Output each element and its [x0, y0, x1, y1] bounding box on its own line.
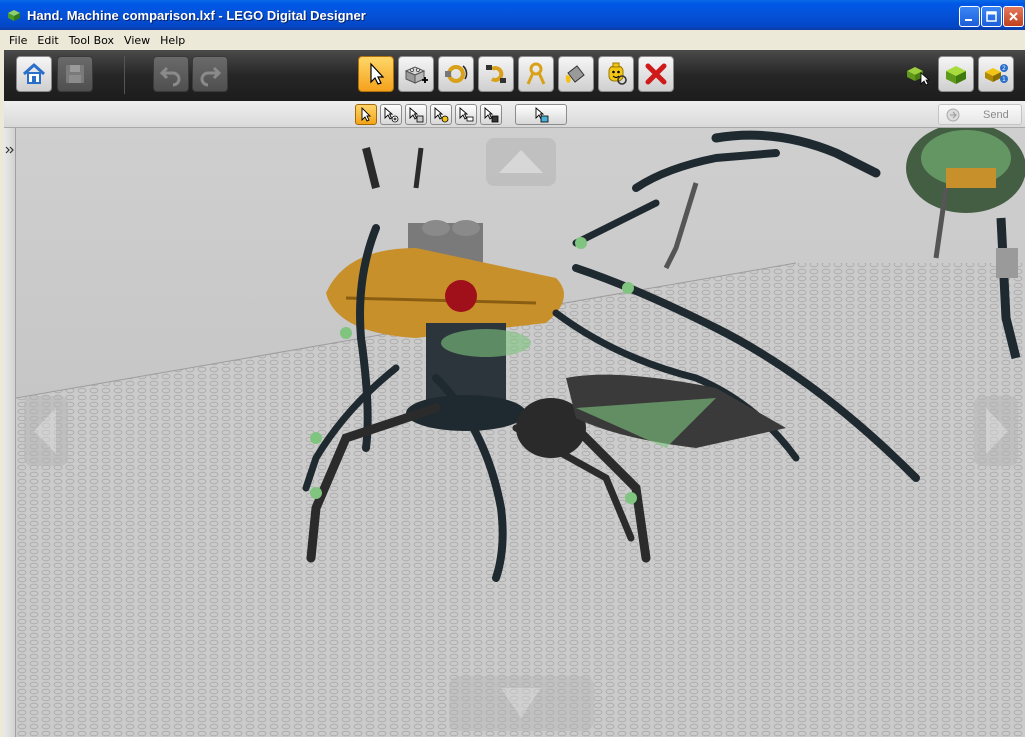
building-guide-icon: 2 1: [985, 64, 1008, 83]
rotate-down-arrow[interactable]: [449, 676, 594, 731]
menu-toolbox[interactable]: Tool Box: [64, 34, 119, 47]
undo-icon: [159, 66, 181, 87]
redo-icon: [200, 66, 222, 87]
cursor-shape-icon: [459, 106, 474, 121]
redo-button[interactable]: [192, 56, 228, 92]
delete-tool-button[interactable]: [638, 56, 674, 92]
rotate-right-arrow[interactable]: [974, 396, 1018, 466]
paint-bucket-icon: [565, 65, 585, 83]
scene-canvas[interactable]: [16, 128, 1025, 737]
group-button[interactable]: [515, 104, 567, 125]
paint-tool-button[interactable]: [558, 56, 594, 92]
save-icon: [66, 65, 84, 83]
close-window-button[interactable]: [1003, 6, 1024, 27]
sub-toolbar: Send: [4, 101, 1025, 128]
cursor-color-icon: [434, 106, 449, 122]
connected-select-button[interactable]: [405, 104, 427, 125]
cursor-invert-icon: [484, 106, 499, 122]
multi-select-button[interactable]: [380, 104, 402, 125]
add-brick-icon: [404, 66, 428, 84]
cursor-icon: [370, 62, 385, 85]
building-guide-button[interactable]: 2 1: [978, 56, 1014, 92]
rotate-up-arrow[interactable]: [486, 138, 556, 186]
invert-select-button[interactable]: [480, 104, 502, 125]
build-mode-button[interactable]: [899, 56, 935, 92]
maximize-icon: [986, 11, 997, 22]
menu-view[interactable]: View: [119, 34, 155, 47]
home-button[interactable]: [16, 56, 52, 92]
view-mode-button[interactable]: [938, 56, 974, 92]
menu-help[interactable]: Help: [155, 34, 190, 47]
close-icon: [1009, 12, 1018, 21]
home-icon: [22, 63, 46, 84]
single-select-button[interactable]: [355, 104, 377, 125]
toolbar-separator: [124, 56, 125, 94]
select-tool-button[interactable]: [358, 56, 394, 92]
flex-tool-button[interactable]: [518, 56, 554, 92]
main-toolbar: 2 1: [4, 50, 1025, 101]
minimize-icon: [965, 19, 972, 21]
title-bar[interactable]: Hand. Machine comparison.lxf - LEGO Digi…: [0, 0, 1025, 30]
save-button[interactable]: [57, 56, 93, 92]
undo-button[interactable]: [153, 56, 189, 92]
hinge-tool-button[interactable]: [438, 56, 474, 92]
build-mode-icon: [907, 67, 930, 86]
delete-icon: [645, 63, 667, 85]
window-title: Hand. Machine comparison.lxf - LEGO Digi…: [27, 8, 366, 23]
menu-edit[interactable]: Edit: [32, 34, 63, 47]
app-icon: [8, 10, 20, 21]
minimize-button[interactable]: [959, 6, 980, 27]
brick-palette-collapse-tab[interactable]: [4, 128, 16, 737]
hide-tool-button[interactable]: [598, 56, 634, 92]
rotate-left-arrow[interactable]: [24, 396, 68, 466]
menu-bar: File Edit Tool Box View Help: [0, 30, 1025, 50]
cursor-plus-icon: [384, 106, 399, 122]
hinge-align-icon: [486, 65, 506, 83]
hinge-icon: [445, 65, 468, 83]
minifig-head-icon: [608, 62, 627, 85]
cursor-icon: [361, 106, 372, 122]
view-mode-icon: [946, 66, 966, 84]
double-chevron-right-icon: [5, 146, 14, 154]
color-select-button[interactable]: [430, 104, 452, 125]
hinge-align-tool-button[interactable]: [478, 56, 514, 92]
cursor-connected-icon: [409, 106, 424, 122]
shape-select-button[interactable]: [455, 104, 477, 125]
group-icon: [535, 106, 549, 122]
clone-tool-button[interactable]: [398, 56, 434, 92]
3d-viewport[interactable]: [16, 128, 1025, 737]
maximize-button[interactable]: [981, 6, 1002, 27]
menu-file[interactable]: File: [4, 34, 32, 47]
send-button[interactable]: Send: [938, 104, 1022, 125]
send-icon: [946, 108, 960, 121]
send-label: Send: [983, 109, 1009, 121]
flex-icon: [526, 62, 546, 85]
